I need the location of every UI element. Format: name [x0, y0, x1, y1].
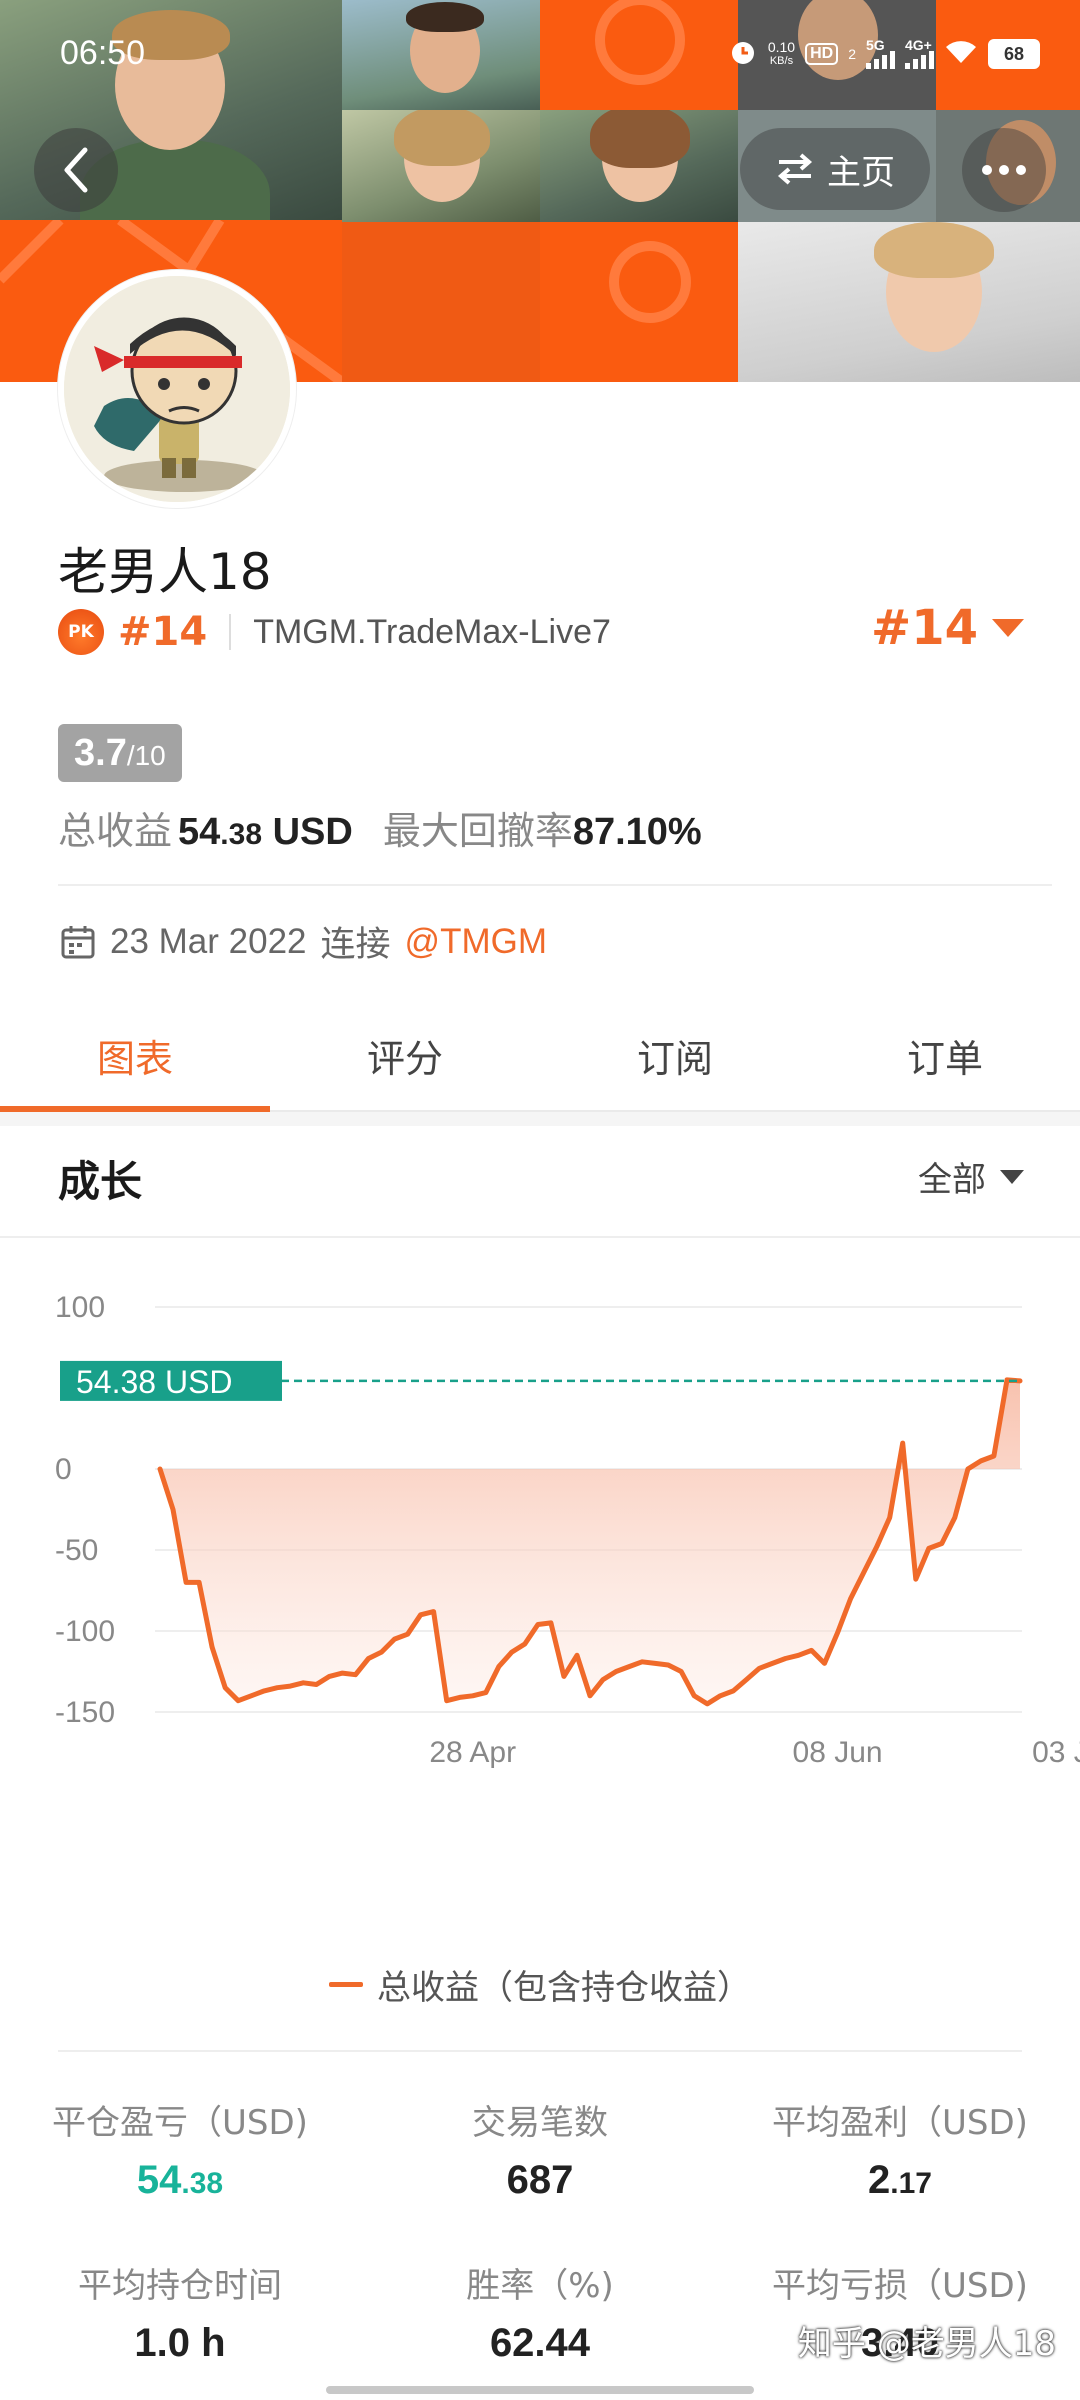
swap-arrows-icon — [777, 153, 813, 185]
growth-chart[interactable]: 54.38 USD 100 0 -50 -100 -150 28 Apr 08 Jun 03… — [0, 1250, 1080, 1930]
battery-icon: 68 — [988, 39, 1040, 69]
legend-label: 总收益（包含持仓收益） — [377, 1968, 751, 2008]
avatar-image — [64, 276, 290, 502]
score-badge: 3.7/10 — [58, 724, 182, 782]
cover-pattern-1 — [540, 0, 738, 110]
x-tick-label: 08 Jun — [793, 1736, 883, 1769]
divider — [58, 2050, 1022, 2052]
tab-bar: 图表 评分 订阅 订单 — [0, 1000, 1080, 1112]
rank-dropdown[interactable]: #14 — [871, 600, 1024, 656]
connect-date: 23 Mar 2022 — [110, 921, 307, 961]
total-profit-label: 总收益 — [58, 809, 173, 853]
total-profit-value: 54.38 USD — [178, 811, 353, 853]
signal-4g: 4G+ — [905, 38, 934, 69]
calendar-icon — [61, 925, 95, 958]
x-tick-label: 28 Apr — [429, 1736, 516, 1769]
tab-subscribe[interactable]: 订阅 — [540, 1000, 810, 1110]
status-icons: 0.10 KB/s HD 2 5G 4G+ 68 — [728, 34, 1040, 74]
section-title: 成长 — [58, 1157, 143, 1206]
stat-avg-hold-time: 平均持仓时间 1.0 h — [78, 2266, 282, 2365]
broker-link[interactable]: @TMGM — [405, 922, 547, 962]
stat-trade-count: 交易笔数 687 — [472, 2103, 608, 2202]
caret-down-icon — [1000, 1169, 1024, 1184]
connect-label: 连接 — [320, 925, 391, 965]
more-button[interactable] — [962, 128, 1046, 212]
max-drawdown-label: 最大回撤率 — [382, 809, 573, 853]
range-select[interactable]: 全部 — [918, 1152, 1024, 1201]
account-name: TMGM.TradeMax-Live7 — [253, 612, 611, 651]
back-button[interactable] — [34, 128, 118, 212]
cover-photo-8 — [738, 222, 1080, 382]
sim-digit: 2 — [848, 46, 856, 62]
home-indicator[interactable] — [326, 2386, 754, 2394]
stat-closed-pnl: 平仓盈亏（USD) 54.38 — [52, 2103, 308, 2202]
hd-icon: HD — [805, 43, 839, 65]
divider — [0, 1236, 1080, 1238]
chart-legend: 总收益（包含持仓收益） — [0, 1960, 1080, 2009]
chevron-left-icon — [64, 147, 88, 193]
cover-photo-2 — [342, 0, 540, 110]
y-tick-label: -100 — [55, 1615, 115, 1648]
signal-bars-icon — [905, 51, 934, 69]
stat-win-rate: 胜率（%) 62.44 — [466, 2266, 614, 2365]
pk-fire-icon: PK — [58, 609, 104, 655]
cover-photo-4 — [342, 110, 540, 222]
more-dots-icon — [982, 165, 992, 175]
legend-swatch — [329, 1982, 363, 1987]
username: 老男人18 — [58, 543, 272, 601]
caret-down-icon — [992, 619, 1024, 637]
switch-home-button[interactable]: 主页 — [740, 128, 930, 210]
range-value: 全部 — [918, 1160, 986, 1200]
wifi-icon — [944, 39, 978, 70]
cover-pattern-4 — [342, 222, 540, 382]
avatar[interactable] — [58, 270, 296, 508]
rank-value: #14 — [870, 600, 978, 656]
tab-orders[interactable]: 订单 — [810, 1000, 1080, 1110]
watermark: 知乎 @老男人18 — [797, 2324, 1056, 2364]
summary-stats: 总收益 54.38 USD 最大回撤率 87.10% — [58, 800, 702, 855]
alarm-icon — [728, 37, 758, 72]
signal-bars-icon — [866, 51, 895, 69]
divider — [58, 884, 1052, 886]
y-tick-label: 0 — [55, 1453, 72, 1486]
current-value-label: 54.38 USD — [76, 1364, 233, 1400]
x-tick-label: 03 Jul — [1032, 1736, 1080, 1769]
series-area — [160, 1379, 1020, 1704]
tab-chart[interactable]: 图表 — [0, 1000, 270, 1112]
cover-pattern-5 — [540, 222, 738, 382]
connect-row: 23 Mar 2022 连接 @TMGM — [60, 916, 547, 967]
cover-photo-5 — [540, 110, 738, 222]
rank-row: PK #14 TMGM.TradeMax-Live7 — [58, 602, 611, 662]
max-drawdown-value: 87.10% — [572, 811, 702, 853]
section-gap — [0, 1112, 1080, 1126]
y-tick-label: -150 — [55, 1696, 115, 1729]
net-speed: 0.10 KB/s — [767, 39, 796, 67]
pk-rank: #14 — [118, 609, 208, 655]
y-tick-label: -50 — [55, 1534, 98, 1567]
signal-5g: 5G — [866, 38, 895, 69]
tab-rating[interactable]: 评分 — [270, 1000, 540, 1110]
status-time: 06:50 — [60, 34, 146, 72]
stat-avg-profit: 平均盈利（USD) 2.17 — [772, 2103, 1028, 2202]
home-label: 主页 — [827, 152, 895, 193]
divider — [229, 614, 232, 650]
y-tick-label: 100 — [55, 1291, 105, 1324]
